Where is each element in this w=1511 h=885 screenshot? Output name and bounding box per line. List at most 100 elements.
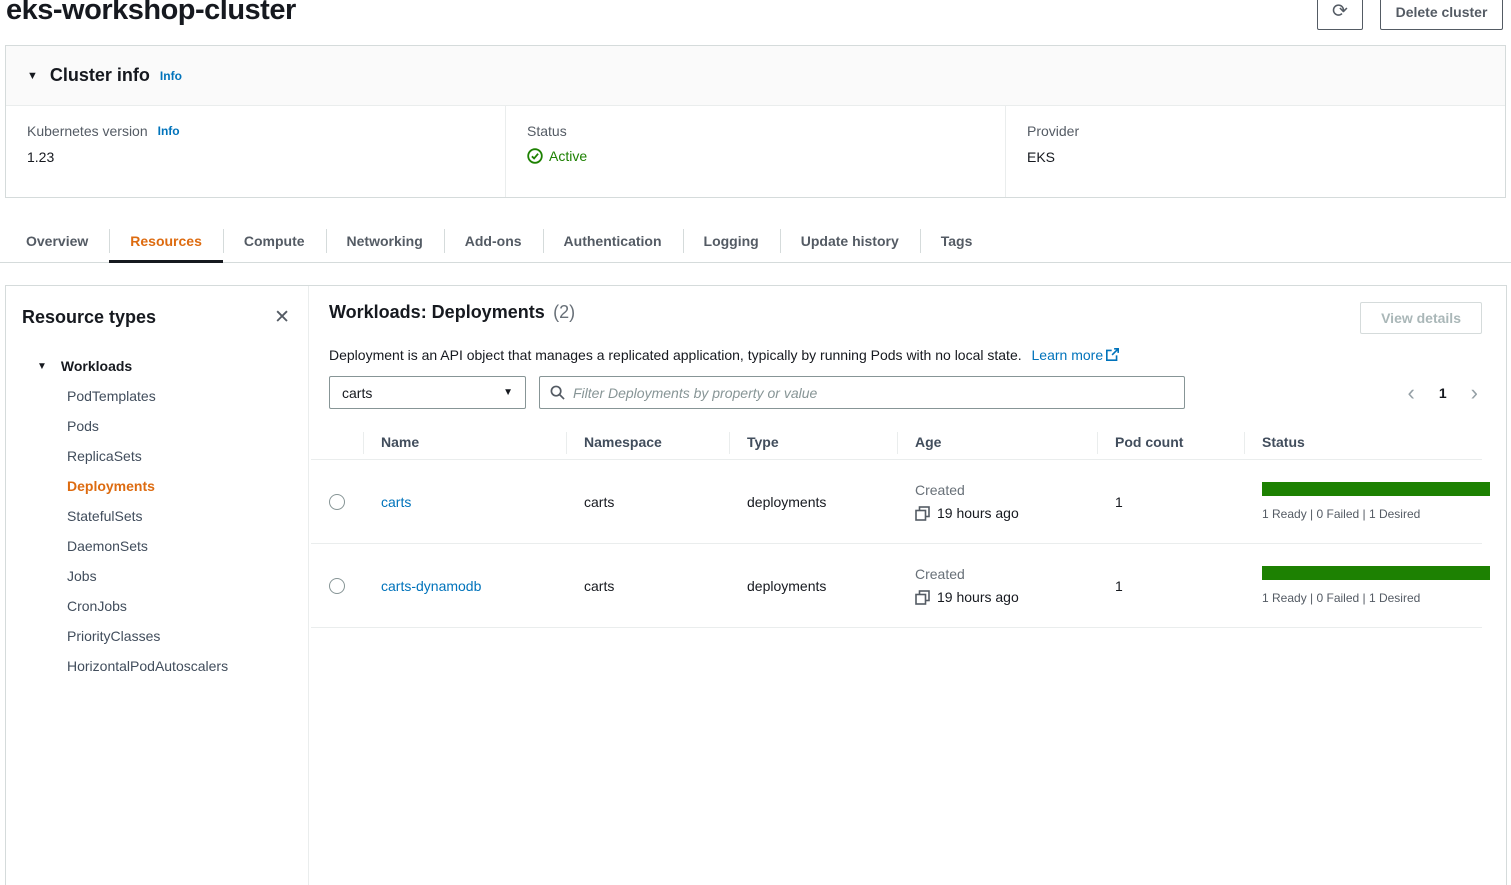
view-details-button[interactable]: View details [1360,302,1482,334]
chevron-down-icon[interactable]: ▼ [37,361,47,372]
status-bar [1262,482,1490,496]
sidebar-item-deployments[interactable]: Deployments [67,471,290,501]
sidebar-item-daemonsets[interactable]: DaemonSets [67,531,290,561]
table-row: carts carts deployments Created 19 hours… [311,460,1482,544]
kubernetes-version-info-link[interactable]: Info [158,124,180,138]
tab-overview[interactable]: Overview [5,219,109,262]
learn-more-link[interactable]: Learn more [1032,347,1120,363]
search-box[interactable] [539,376,1185,409]
chevron-right-icon[interactable]: › [1471,382,1478,404]
check-circle-icon [527,148,543,164]
age-value: 19 hours ago [937,505,1019,521]
refresh-icon: ⟳ [1332,0,1348,23]
delete-cluster-button[interactable]: Delete cluster [1380,0,1503,30]
status-label: Status [527,123,985,139]
page-header: eks-workshop-cluster ⟳ Delete cluster [0,0,1511,40]
cell-type: deployments [729,460,897,543]
tab-resources[interactable]: Resources [109,219,223,262]
row-radio-button[interactable] [329,578,345,594]
tab-compute[interactable]: Compute [223,219,326,262]
row-radio-button[interactable] [329,494,345,510]
tab-update-history[interactable]: Update history [780,219,920,262]
tab-logging[interactable]: Logging [683,219,780,262]
table-header: Name Namespace Type Age Pod count Status [311,425,1482,460]
sidebar-item-cronjobs[interactable]: CronJobs [67,591,290,621]
status-text: 1 Ready | 0 Failed | 1 Desired [1262,591,1420,605]
deployments-count: (2) [553,302,575,322]
sidebar-title: Resource types [22,307,156,328]
resources-panel: Resource types ✕ ▼ Workloads PodTemplate… [5,285,1507,885]
learn-more-label: Learn more [1032,347,1104,363]
cell-pod-count: 1 [1097,460,1244,543]
page-number[interactable]: 1 [1439,385,1447,401]
dropdown-caret-icon: ▼ [503,387,513,398]
deployments-main: Workloads: Deployments (2) View details … [309,286,1506,885]
tab-tags[interactable]: Tags [920,219,994,262]
dropdown-value: carts [342,385,372,401]
cluster-info-title: Cluster info [50,65,150,86]
column-pod-count: Pod count [1097,425,1244,459]
tab-add-ons[interactable]: Add-ons [444,219,543,262]
tree-group-workloads[interactable]: ▼ Workloads [22,358,290,374]
tab-networking[interactable]: Networking [326,219,444,262]
filter-row: carts ▼ ‹ 1 › [329,376,1482,409]
tab-bar: Overview Resources Compute Networking Ad… [0,219,1511,263]
tree-items: PodTemplates Pods ReplicaSets Deployment… [22,381,290,681]
status-text: 1 Ready | 0 Failed | 1 Desired [1262,507,1420,521]
cell-status: 1 Ready | 0 Failed | 1 Desired [1244,544,1482,627]
status-value-text: Active [549,148,587,164]
cluster-info-header[interactable]: ▼ Cluster info Info [6,46,1505,106]
namespace-filter-dropdown[interactable]: carts ▼ [329,376,526,409]
status-bar [1262,566,1490,580]
cell-type: deployments [729,544,897,627]
refresh-button[interactable]: ⟳ [1317,0,1363,30]
copy-icon[interactable] [915,506,930,521]
kubernetes-version-label-text: Kubernetes version [27,123,148,139]
cell-namespace: carts [566,460,729,543]
deployment-link[interactable]: carts-dynamodb [381,578,481,594]
provider-value: EKS [1027,149,1485,165]
sidebar-item-replicasets[interactable]: ReplicaSets [67,441,290,471]
sidebar-item-priorityclasses[interactable]: PriorityClasses [67,621,290,651]
table-row: carts-dynamodb carts deployments Created… [311,544,1482,628]
deployment-link[interactable]: carts [381,494,411,510]
sidebar-item-jobs[interactable]: Jobs [67,561,290,591]
cell-age: Created 19 hours ago [897,544,1097,627]
column-namespace: Namespace [566,425,729,459]
provider-field: Provider EKS [1005,106,1505,197]
status-value: Active [527,148,985,164]
column-status: Status [1244,425,1482,459]
collapse-caret-icon[interactable]: ▼ [27,70,38,82]
sidebar-item-horizontalpodautoscalers[interactable]: HorizontalPodAutoscalers [67,651,290,681]
resource-tree: ▼ Workloads PodTemplates Pods ReplicaSet… [22,358,290,681]
search-input[interactable] [573,385,1174,401]
sidebar-item-podtemplates[interactable]: PodTemplates [67,381,290,411]
sidebar-item-statefulsets[interactable]: StatefulSets [67,501,290,531]
external-link-icon [1106,348,1119,361]
cluster-info-info-link[interactable]: Info [160,69,182,83]
column-type: Type [729,425,897,459]
tab-authentication[interactable]: Authentication [543,219,683,262]
kubernetes-version-field: Kubernetes version Info 1.23 [6,106,505,197]
tree-group-label: Workloads [61,358,132,374]
cell-namespace: carts [566,544,729,627]
resource-types-sidebar: Resource types ✕ ▼ Workloads PodTemplate… [6,286,309,885]
copy-icon[interactable] [915,590,930,605]
description-text: Deployment is an API object that manages… [329,347,1022,363]
deployments-header: Workloads: Deployments (2) View details [329,302,1482,334]
kubernetes-version-value: 1.23 [27,149,485,165]
sidebar-item-pods[interactable]: Pods [67,411,290,441]
kubernetes-version-label: Kubernetes version Info [27,123,485,139]
provider-label: Provider [1027,123,1485,139]
column-name: Name [363,425,566,459]
sidebar-header: Resource types ✕ [22,307,290,328]
column-select [311,425,363,459]
column-age: Age [897,425,1097,459]
close-icon[interactable]: ✕ [274,308,290,327]
cluster-info-body: Kubernetes version Info 1.23 Status Acti… [6,106,1505,197]
search-icon [550,385,565,400]
chevron-left-icon[interactable]: ‹ [1408,382,1415,404]
age-created-label: Created [915,566,965,582]
cell-pod-count: 1 [1097,544,1244,627]
status-field: Status Active [505,106,1005,197]
